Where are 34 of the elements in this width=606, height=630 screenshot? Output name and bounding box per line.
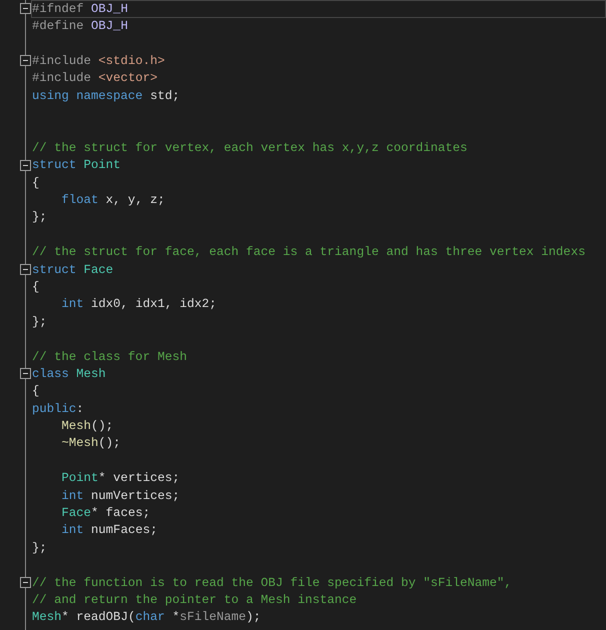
- code-line: #include <vector>: [31, 70, 158, 88]
- collapse-icon[interactable]: [20, 3, 31, 14]
- code-line: int idx0, idx1, idx2;: [60, 296, 218, 314]
- code-line: struct Point: [31, 157, 122, 174]
- code-line: };: [31, 209, 48, 226]
- code-line: Point* vertices;: [60, 470, 181, 488]
- code-line: };: [31, 314, 48, 331]
- code-line: Mesh* readOBJ(char *sFileName);: [31, 609, 262, 626]
- code-line: Face* faces;: [60, 505, 152, 522]
- code-line: {: [31, 174, 40, 192]
- code-line: // the struct for vertex, each vertex has x,y,z coordinates: [31, 140, 468, 157]
- code-line: public:: [31, 400, 85, 418]
- code-line: #include <stdio.h>: [31, 52, 166, 70]
- code-line: struct Face: [31, 262, 114, 279]
- code-line: int numFaces;: [60, 522, 158, 540]
- code-line: float x, y, z;: [60, 192, 166, 209]
- collapse-icon[interactable]: [20, 576, 31, 588]
- collapse-icon[interactable]: [20, 264, 31, 275]
- code-line: class Mesh: [31, 366, 107, 383]
- code-line: // the class for Mesh: [31, 348, 188, 366]
- code-line: {: [31, 278, 40, 296]
- code-line: #define OBJ_H: [31, 18, 129, 36]
- collapse-icon[interactable]: [20, 55, 31, 66]
- collapse-icon[interactable]: [20, 368, 31, 380]
- code-line: int numVertices;: [60, 488, 181, 505]
- code-line: // the struct for face, each face is a triangle and has three vertex indexs: [31, 244, 586, 262]
- code-line: // and return the pointer to a Mesh instance: [31, 592, 358, 609]
- code-line: {: [31, 383, 40, 400]
- code-line: // the function is to read the OBJ file specified by "sFileName",: [31, 574, 513, 592]
- collapse-icon[interactable]: [20, 160, 31, 171]
- code-line: using namespace std;: [31, 88, 181, 105]
- code-line: Mesh();: [60, 418, 114, 436]
- code-line: ~Mesh();: [60, 435, 122, 452]
- code-line: };: [31, 540, 48, 557]
